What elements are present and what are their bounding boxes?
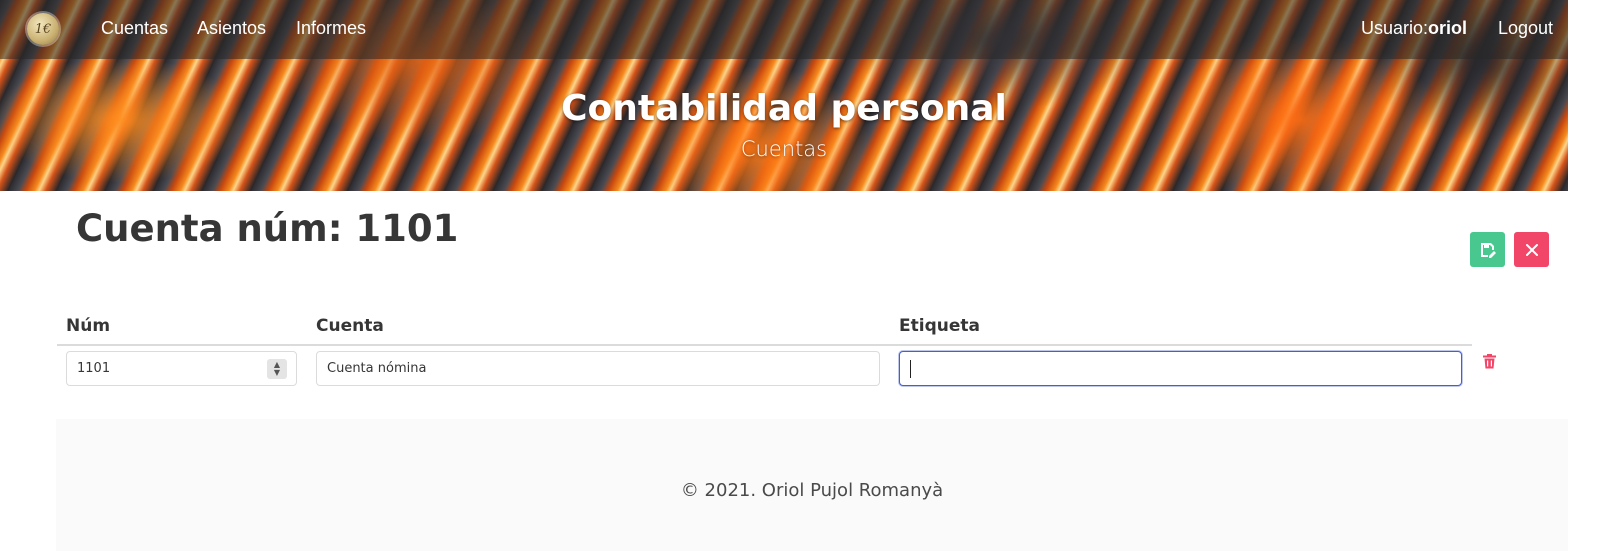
hero-title: Contabilidad personal (561, 88, 1007, 129)
trash-icon[interactable] (1483, 354, 1496, 369)
hero-subtitle: Cuentas (740, 137, 828, 161)
table-header-divider (57, 344, 1472, 346)
nav-link-informes[interactable]: Informes (296, 18, 366, 39)
save-button[interactable] (1470, 232, 1505, 267)
hero-header: 1€ Cuentas Asientos Informes Usuario:ori… (0, 0, 1568, 191)
num-value: 1101 (77, 361, 111, 376)
close-button[interactable] (1514, 232, 1549, 267)
cuenta-input[interactable]: Cuenta nómina (316, 351, 880, 386)
footer-copyright: © 2021. Oriol Pujol Romanyà (680, 480, 944, 501)
logo-icon[interactable]: 1€ (27, 13, 59, 45)
logout-link[interactable]: Logout (1498, 18, 1553, 39)
num-input[interactable]: 1101 ▲ ▼ (66, 351, 297, 386)
column-header-etiqueta: Etiqueta (899, 316, 980, 336)
logo-text: 1€ (34, 21, 52, 37)
etiqueta-input[interactable] (899, 351, 1462, 386)
page-title: Cuenta núm: 1101 (76, 207, 459, 250)
column-header-cuenta: Cuenta (316, 316, 384, 336)
save-icon (1480, 242, 1496, 258)
user-prefix: Usuario: (1360, 18, 1428, 38)
text-cursor (910, 359, 911, 378)
stepper-down-icon[interactable]: ▼ (274, 369, 280, 377)
user-name: oriol (1428, 18, 1467, 38)
nav-link-cuentas[interactable]: Cuentas (101, 18, 168, 39)
nav-link-asientos[interactable]: Asientos (197, 18, 266, 39)
cuenta-value: Cuenta nómina (327, 361, 427, 376)
user-label: Usuario:oriol (1361, 18, 1467, 39)
num-stepper[interactable]: ▲ ▼ (267, 359, 287, 379)
footer: © 2021. Oriol Pujol Romanyà (56, 419, 1568, 551)
navbar: 1€ Cuentas Asientos Informes Usuario:ori… (0, 0, 1568, 59)
close-icon (1525, 243, 1538, 256)
column-header-num: Núm (66, 316, 111, 336)
